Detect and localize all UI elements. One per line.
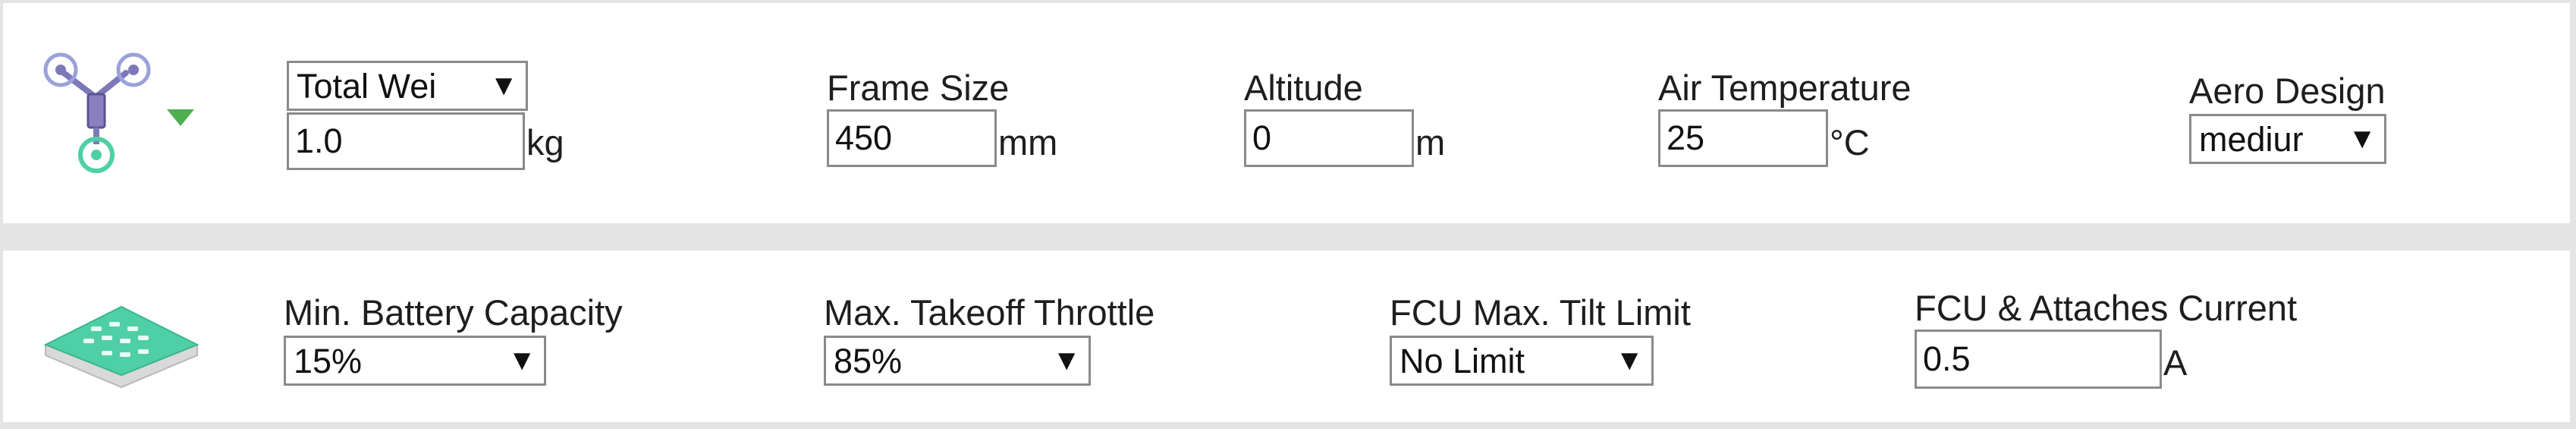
min-battery-capacity-value: 15% [294, 343, 363, 378]
min-battery-capacity-select[interactable]: 15% ▼ [284, 336, 546, 386]
battery-settings-panel: Min. Battery Capacity 15% ▼ Max. Takeoff… [3, 251, 2570, 422]
frame-settings-panel: Total Wei ▼ kg Frame Size mm Altitude m … [3, 3, 2570, 223]
altitude-input[interactable] [1244, 109, 1414, 167]
icon-dropdown-triangle-icon[interactable] [167, 109, 194, 126]
chevron-down-icon: ▼ [507, 345, 536, 377]
chevron-down-icon: ▼ [1615, 345, 1644, 377]
altitude-unit: m [1415, 122, 1446, 162]
weight-type-value: Total Wei [297, 68, 437, 103]
aero-design-value: mediur [2199, 121, 2304, 156]
weight-input[interactable] [287, 112, 525, 170]
chevron-down-icon: ▼ [1052, 345, 1081, 377]
aero-design-select[interactable]: mediur ▼ [2189, 114, 2386, 164]
frame-size-label: Frame Size [827, 68, 1010, 108]
max-takeoff-throttle-value: 85% [834, 343, 903, 378]
air-temperature-input[interactable] [1658, 109, 1828, 167]
air-temperature-label: Air Temperature [1658, 68, 1912, 108]
quadcopter-icon[interactable] [41, 52, 170, 181]
fcu-tilt-limit-label: FCU Max. Tilt Limit [1390, 292, 1691, 333]
frame-size-input[interactable] [827, 109, 997, 167]
fcu-current-unit: A [2163, 342, 2188, 383]
min-battery-capacity-label: Min. Battery Capacity [284, 292, 623, 333]
chevron-down-icon: ▼ [489, 70, 518, 102]
max-takeoff-throttle-label: Max. Takeoff Throttle [824, 292, 1155, 333]
weight-unit: kg [526, 122, 564, 162]
fcu-current-label: FCU & Attaches Current [1915, 288, 2298, 328]
aero-design-label: Aero Design [2189, 71, 2386, 111]
chevron-down-icon: ▼ [2348, 123, 2377, 155]
max-takeoff-throttle-select[interactable]: 85% ▼ [824, 336, 1091, 386]
altitude-label: Altitude [1244, 68, 1363, 108]
fcu-tilt-limit-value: No Limit [1400, 343, 1525, 378]
fcu-tilt-limit-select[interactable]: No Limit ▼ [1390, 336, 1654, 386]
battery-pack-icon[interactable] [38, 292, 205, 390]
weight-type-select[interactable]: Total Wei ▼ [287, 61, 528, 111]
fcu-current-input[interactable] [1915, 330, 2162, 389]
air-temperature-unit: °C [1830, 122, 1870, 162]
frame-size-unit: mm [998, 122, 1058, 162]
